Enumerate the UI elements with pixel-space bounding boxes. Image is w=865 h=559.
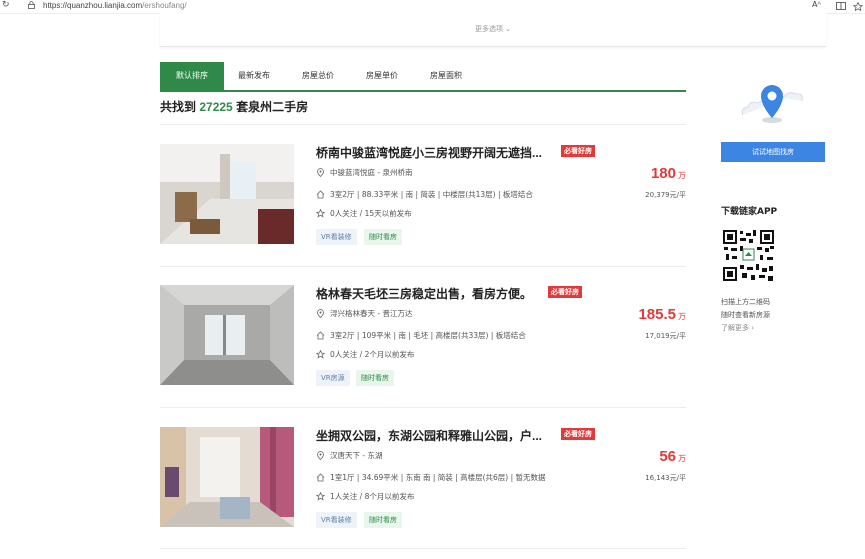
url-field[interactable]: https://quanzhou.lianjia.com/ershoufang/ — [43, 1, 187, 10]
divider — [160, 407, 686, 408]
listing-title[interactable]: 格林春天毛坯三房稳定出售，看房方便。 — [316, 285, 532, 302]
results-suffix: 套泉州二手房 — [236, 100, 309, 114]
house-icon — [316, 331, 325, 340]
total-price-value: 185.5 — [638, 306, 676, 323]
must-see-badge: 必看好房 — [561, 145, 595, 157]
lock-icon — [28, 1, 35, 9]
listing-item[interactable]: 坐拥双公园，东湖公园和释雅山公园，户... 必看好房 汉唐天下 - 东湖 1室1… — [160, 427, 686, 547]
listing-details: 1室1厅 | 34.69平米 | 东南 南 | 简装 | 高楼层(共6层) | … — [330, 473, 546, 482]
house-icon — [316, 473, 325, 482]
more-options-label[interactable]: 更多选项 ⌄ — [160, 24, 826, 34]
price-unit: 万 — [678, 171, 686, 180]
price-unit: 万 — [678, 454, 686, 463]
location-pin-icon — [317, 168, 324, 177]
listing-location-row[interactable]: 浔兴格林春天 - 晋江万达 — [316, 308, 412, 319]
vr-tag: VR房源 — [316, 370, 350, 386]
total-price: 56 万 — [659, 448, 686, 465]
divider — [160, 266, 686, 267]
divider — [160, 124, 686, 125]
tab-total-price[interactable]: 房屋总价 — [290, 62, 346, 90]
listing-details: 3室2厅 | 88.33平米 | 南 | 简装 | 中楼层(共13层) | 板塔… — [330, 190, 533, 199]
scan-qr-text: 扫描上方二维码 — [721, 298, 770, 306]
listing-follow: 0人关注 / 2个月以前发布 — [330, 350, 415, 359]
listing-title[interactable]: 坐拥双公园，东湖公园和释雅山公园，户... — [316, 427, 542, 444]
listing-photo[interactable] — [160, 427, 294, 527]
listing-location[interactable]: 汉唐天下 - 东湖 — [330, 451, 382, 460]
listing-details: 3室2厅 | 109平米 | 南 | 毛坯 | 高楼层(共33层) | 板塔结合 — [330, 331, 526, 340]
listing-item[interactable]: 桥南中骏蓝湾悦庭小三房视野开阔无遮挡... 必看好房 中骏蓝湾悦庭 - 泉州桥南… — [160, 144, 686, 264]
app-download-heading: 下载链家APP — [721, 207, 778, 217]
learn-more-link[interactable]: 了解更多 › — [721, 323, 754, 333]
listing-location[interactable]: 浔兴格林春天 - 晋江万达 — [330, 309, 412, 318]
star-icon — [316, 209, 325, 218]
total-price-value: 56 — [659, 448, 676, 465]
reload-icon[interactable]: ↻ — [2, 0, 10, 10]
listing-details-row: 1室1厅 | 34.69平米 | 东南 南 | 简装 | 高楼层(共6层) | … — [316, 472, 546, 483]
tab-latest[interactable]: 最新发布 — [226, 62, 282, 90]
anytime-viewing-tag: 随时看房 — [364, 229, 402, 245]
tab-unit-price[interactable]: 房屋单价 — [354, 62, 410, 90]
results-prefix: 共找到 — [160, 100, 197, 114]
listing-title[interactable]: 桥南中骏蓝湾悦庭小三房视野开阔无遮挡... — [316, 144, 542, 161]
app-qr-code — [722, 229, 775, 282]
listing-details-row: 3室2厅 | 109平米 | 南 | 毛坯 | 高楼层(共33层) | 板塔结合 — [316, 330, 526, 341]
url-path: /ershoufang/ — [142, 1, 187, 10]
map-search-button[interactable]: 试试地图找房 — [721, 142, 825, 162]
browser-address-bar: ↻ https://quanzhou.lianjia.com/ershoufan… — [0, 0, 865, 14]
tab-default-sort[interactable]: 默认排序 — [160, 62, 224, 90]
results-count: 共找到 27225 套泉州二手房 — [160, 98, 308, 115]
listing-location-row[interactable]: 中骏蓝湾悦庭 - 泉州桥南 — [316, 167, 412, 178]
more-options-bar[interactable]: 更多选项 ⌄ — [160, 13, 826, 47]
url-host: https://quanzhou.lianjia.com — [43, 1, 143, 10]
total-price: 180 万 — [651, 165, 686, 182]
location-pin-icon — [317, 309, 324, 318]
must-see-badge: 必看好房 — [561, 428, 595, 440]
listing-item[interactable]: 格林春天毛坯三房稳定出售，看房方便。 必看好房 浔兴格林春天 - 晋江万达 3室… — [160, 285, 686, 405]
anytime-viewing-tag: 随时看房 — [364, 512, 402, 528]
unit-price: 20,379元/平 — [645, 191, 686, 199]
listing-location-row[interactable]: 汉唐天下 - 东湖 — [316, 450, 382, 461]
listing-location[interactable]: 中骏蓝湾悦庭 - 泉州桥南 — [330, 168, 412, 177]
results-number: 27225 — [199, 100, 233, 114]
reader-mode-icon[interactable]: Aᴬ — [812, 0, 821, 9]
unit-price: 16,143元/平 — [645, 474, 686, 482]
star-icon — [316, 350, 325, 359]
unit-price: 17,019元/平 — [645, 332, 686, 340]
location-pin-icon — [317, 451, 324, 460]
listing-follow-row: 0人关注 / 2个月以前发布 — [316, 349, 414, 360]
total-price: 185.5 万 — [638, 306, 686, 323]
listing-follow-row: 1人关注 / 8个月以前发布 — [316, 491, 414, 502]
split-screen-icon[interactable] — [836, 2, 846, 10]
star-icon — [316, 492, 325, 501]
house-icon — [316, 190, 325, 199]
must-see-badge: 必看好房 — [548, 286, 582, 298]
scan-qr-subtext: 随时查看新房源 — [721, 311, 770, 319]
listing-follow-row: 0人关注 / 15天以前发布 — [316, 208, 412, 219]
vr-tag: VR看装修 — [316, 229, 357, 245]
listing-follow: 1人关注 / 8个月以前发布 — [330, 492, 415, 501]
price-unit: 万 — [678, 312, 686, 321]
listing-details-row: 3室2厅 | 88.33平米 | 南 | 简装 | 中楼层(共13层) | 板塔… — [316, 189, 533, 200]
listing-photo[interactable] — [160, 285, 294, 385]
sort-tabs: 默认排序 最新发布 房屋总价 房屋单价 房屋面积 — [160, 62, 686, 92]
vr-tag: VR看装修 — [316, 512, 357, 528]
divider — [160, 548, 686, 549]
total-price-value: 180 — [650, 165, 676, 182]
listing-photo[interactable] — [160, 144, 294, 244]
listing-follow: 0人关注 / 15天以前发布 — [330, 209, 412, 218]
favorite-star-icon[interactable] — [853, 2, 863, 11]
tab-area[interactable]: 房屋面积 — [418, 62, 474, 90]
map-illustration-icon — [741, 85, 803, 123]
anytime-viewing-tag: 随时看房 — [356, 370, 394, 386]
